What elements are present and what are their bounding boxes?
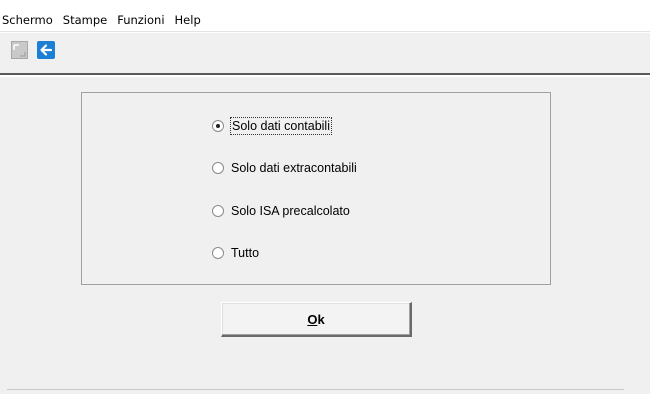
menu-schermo[interactable]: Schermo: [2, 12, 58, 28]
application-window: Schermo Stampe Funzioni Help Solo dati c…: [0, 0, 650, 394]
radio-button[interactable]: [212, 162, 224, 174]
radio-option-solo-isa-precalcolato[interactable]: Solo ISA precalcolato: [212, 202, 351, 220]
radio-option-solo-dati-contabili[interactable]: Solo dati contabili: [212, 117, 332, 135]
options-group: Solo dati contabili Solo dati extraconta…: [81, 92, 551, 285]
radio-button[interactable]: [212, 120, 224, 132]
back-arrow-icon: [37, 41, 55, 59]
radio-button[interactable]: [212, 247, 224, 259]
back-button[interactable]: [36, 40, 56, 60]
radio-option-solo-dati-extracontabili[interactable]: Solo dati extracontabili: [212, 159, 358, 177]
ok-button[interactable]: Ok: [221, 302, 412, 337]
menu-help[interactable]: Help: [170, 12, 206, 28]
ok-label-rest: k: [317, 311, 325, 327]
radio-button[interactable]: [212, 205, 224, 217]
menu-bar: Schermo Stampe Funzioni Help: [0, 0, 650, 32]
page-disabled-button: [9, 40, 29, 60]
radio-label: Tutto: [231, 246, 260, 260]
toolbar: [0, 33, 650, 75]
content-area: Solo dati contabili Solo dati extraconta…: [0, 77, 650, 394]
page-disabled-icon: [10, 41, 28, 59]
radio-option-tutto[interactable]: Tutto: [212, 244, 260, 262]
radio-label: Solo dati extracontabili: [231, 161, 357, 175]
radio-selected-dot: [216, 124, 220, 128]
menu-stampe[interactable]: Stampe: [58, 12, 112, 28]
menu-funzioni[interactable]: Funzioni: [112, 12, 169, 28]
radio-label: Solo dati contabili: [230, 117, 332, 135]
radio-label: Solo ISA precalcolato: [231, 204, 350, 218]
ok-accelerator: O: [307, 311, 318, 327]
divider: [7, 389, 624, 390]
